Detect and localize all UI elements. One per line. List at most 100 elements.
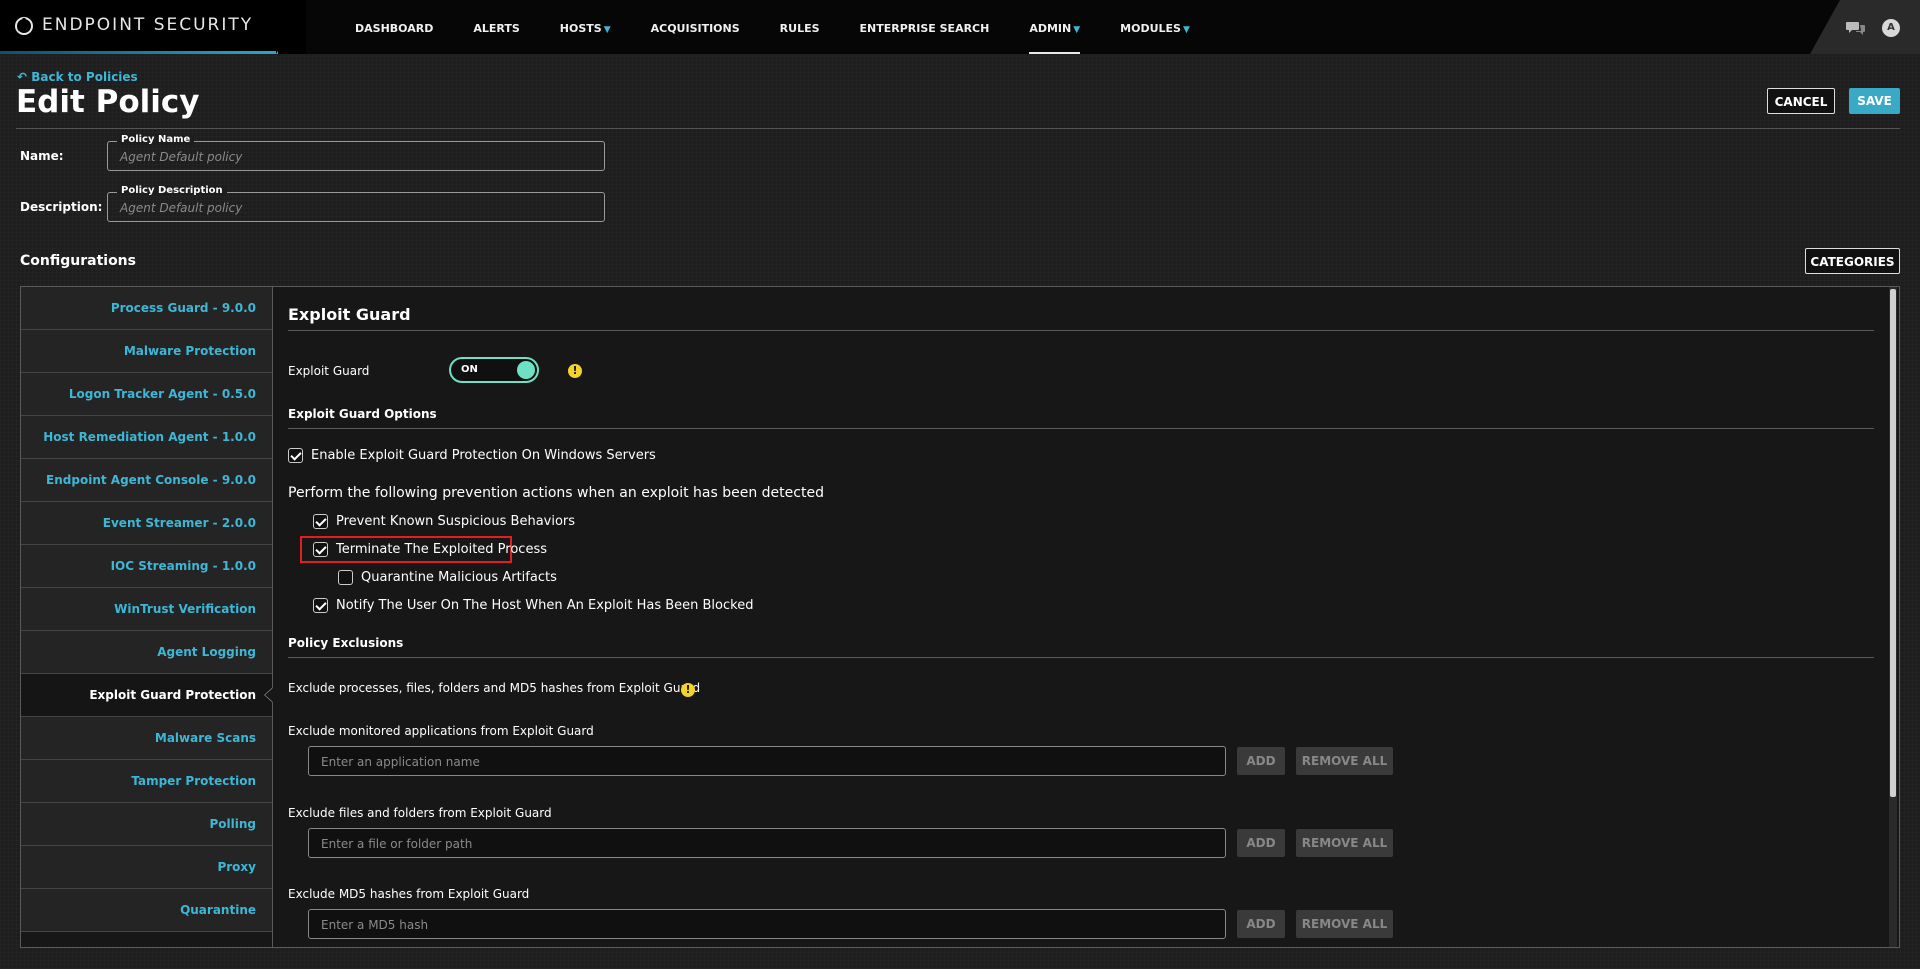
terminate-process-option[interactable]: Terminate The Exploited Process: [313, 539, 547, 559]
enable-servers-label: Enable Exploit Guard Protection On Windo…: [311, 447, 656, 463]
brand-underline: [0, 51, 278, 54]
sidebar-item-host-remediation[interactable]: Host Remediation Agent - 1.0.0: [21, 416, 272, 459]
terminate-process-label: Terminate The Exploited Process: [336, 541, 547, 557]
nav-alerts[interactable]: ALERTS: [453, 0, 539, 54]
exclude-files-input[interactable]: Enter a file or folder path: [308, 828, 1226, 858]
sidebar-item-endpoint-agent-console[interactable]: Endpoint Agent Console - 9.0.0: [21, 459, 272, 502]
exploit-guard-toggle-label: Exploit Guard: [288, 364, 370, 378]
save-button[interactable]: SAVE: [1849, 88, 1900, 114]
sidebar-item-agent-logging[interactable]: Agent Logging: [21, 631, 272, 674]
top-navbar: ENDPOINT SECURITY DASHBOARD ALERTS HOSTS…: [0, 0, 1920, 54]
brand-name: ENDPOINT SECURITY: [42, 15, 254, 35]
prevent-suspicious-label: Prevent Known Suspicious Behaviors: [336, 513, 576, 529]
nav-label: HOSTS: [559, 22, 602, 35]
warning-icon[interactable]: !: [568, 364, 582, 378]
toggle-knob: [517, 361, 535, 379]
options-title: Exploit Guard Options: [288, 407, 437, 421]
back-to-policies-link[interactable]: ↶ Back to Policies: [17, 70, 138, 84]
quarantine-artifacts-label: Quarantine Malicious Artifacts: [361, 569, 557, 585]
exploit-guard-toggle[interactable]: ON: [449, 357, 539, 383]
add-md5-button[interactable]: ADD: [1237, 910, 1285, 938]
exclusions-divider: [288, 657, 1874, 658]
sidebar-item-ioc-streaming[interactable]: IOC Streaming - 1.0.0: [21, 545, 272, 588]
exclusions-title: Policy Exclusions: [288, 636, 404, 650]
exclude-md5-input[interactable]: Enter a MD5 hash: [308, 909, 1226, 939]
content-scrollbar[interactable]: [1889, 287, 1897, 947]
exclude-apps-label: Exclude monitored applications from Expl…: [288, 724, 594, 738]
nav-hosts[interactable]: HOSTS ▼: [540, 0, 631, 54]
scrollbar-thumb[interactable]: [1890, 289, 1896, 797]
back-link-label: Back to Policies: [31, 70, 138, 84]
add-app-button[interactable]: ADD: [1237, 747, 1285, 775]
prevent-suspicious-option[interactable]: Prevent Known Suspicious Behaviors: [313, 511, 575, 531]
back-arrow-icon: ↶: [17, 70, 28, 84]
brand[interactable]: ENDPOINT SECURITY: [0, 0, 280, 54]
policy-description-field[interactable]: Policy Description Agent Default policy: [107, 185, 605, 222]
categories-button[interactable]: CATEGORIES: [1805, 248, 1900, 274]
remove-all-md5-button[interactable]: REMOVE ALL: [1296, 910, 1393, 938]
cancel-button[interactable]: CANCEL: [1767, 88, 1835, 114]
policy-name-field[interactable]: Policy Name Agent Default policy: [107, 134, 605, 171]
page-title: Edit Policy: [16, 84, 200, 120]
terminate-process-checkbox[interactable]: [313, 541, 328, 557]
chat-icon[interactable]: [1846, 20, 1866, 36]
policy-name-placeholder: Agent Default policy: [120, 150, 243, 164]
nav-enterprise-search[interactable]: ENTERPRISE SEARCH: [840, 0, 1010, 54]
sidebar-item-polling[interactable]: Polling: [21, 803, 272, 846]
sidebar-item-event-streamer[interactable]: Event Streamer - 2.0.0: [21, 502, 272, 545]
header-divider: [16, 128, 1900, 129]
toggle-state: ON: [461, 364, 478, 375]
nav-rules[interactable]: RULES: [760, 0, 840, 54]
prevent-suspicious-checkbox[interactable]: [313, 513, 328, 529]
nav-label: MODULES: [1120, 22, 1181, 35]
sidebar-item-quarantine[interactable]: Quarantine: [21, 889, 272, 932]
exclude-apps-input[interactable]: Enter an application name: [308, 746, 1226, 776]
sidebar-item-proxy[interactable]: Proxy: [21, 846, 272, 889]
config-sidebar: Process Guard - 9.0.0 Malware Protection…: [21, 287, 273, 947]
nav-modules[interactable]: MODULES ▼: [1100, 0, 1210, 54]
chevron-down-icon: ▼: [603, 25, 611, 35]
prevention-description: Perform the following prevention actions…: [288, 485, 824, 501]
nav-admin[interactable]: ADMIN ▼: [1009, 0, 1100, 54]
policy-name-legend: Policy Name: [117, 134, 195, 145]
notify-user-option[interactable]: Notify The User On The Host When An Expl…: [313, 595, 753, 615]
policy-description-legend: Policy Description: [117, 185, 227, 196]
section-title: Exploit Guard: [288, 305, 411, 324]
notify-user-label: Notify The User On The Host When An Expl…: [336, 597, 754, 613]
configurations-title: Configurations: [20, 253, 136, 269]
exclude-apps-placeholder: Enter an application name: [321, 755, 480, 769]
avatar[interactable]: A: [1882, 19, 1900, 37]
warning-icon[interactable]: !: [681, 683, 695, 697]
exploit-guard-content: Exploit Guard Exploit Guard ON ! Exploit…: [288, 287, 1878, 947]
sidebar-item-malware-protection[interactable]: Malware Protection: [21, 330, 272, 373]
sidebar-item-malware-scans[interactable]: Malware Scans: [21, 717, 272, 760]
notify-user-checkbox[interactable]: [313, 597, 328, 613]
nav-label: RULES: [779, 22, 820, 35]
quarantine-artifacts-option[interactable]: Quarantine Malicious Artifacts: [338, 567, 557, 587]
exclude-files-label: Exclude files and folders from Exploit G…: [288, 806, 552, 820]
nav-label: ALERTS: [473, 22, 520, 35]
enable-servers-option[interactable]: Enable Exploit Guard Protection On Windo…: [288, 445, 656, 465]
enable-servers-checkbox[interactable]: [288, 447, 303, 463]
remove-all-files-button[interactable]: REMOVE ALL: [1296, 829, 1393, 857]
sidebar-divider: [272, 287, 273, 947]
sidebar-item-tamper-protection[interactable]: Tamper Protection: [21, 760, 272, 803]
sidebar-item-logon-tracker[interactable]: Logon Tracker Agent - 0.5.0: [21, 373, 272, 416]
sidebar-item-exploit-guard[interactable]: Exploit Guard Protection: [21, 674, 273, 717]
exclude-md5-placeholder: Enter a MD5 hash: [321, 918, 429, 932]
nav-acquisitions[interactable]: ACQUISITIONS: [631, 0, 760, 54]
exclusions-description: Exclude processes, files, folders and MD…: [288, 681, 701, 695]
description-label: Description:: [20, 200, 103, 214]
chevron-down-icon: ▼: [1073, 25, 1081, 35]
nav-dashboard[interactable]: DASHBOARD: [335, 0, 453, 54]
sidebar-item-process-guard[interactable]: Process Guard - 9.0.0: [21, 287, 272, 330]
quarantine-artifacts-checkbox[interactable]: [338, 569, 353, 585]
add-file-button[interactable]: ADD: [1237, 829, 1285, 857]
exclude-md5-label: Exclude MD5 hashes from Exploit Guard: [288, 887, 530, 901]
brand-divider: [276, 0, 306, 54]
remove-all-apps-button[interactable]: REMOVE ALL: [1296, 747, 1393, 775]
main-nav: DASHBOARD ALERTS HOSTS ▼ ACQUISITIONS RUL…: [335, 0, 1210, 54]
sidebar-item-wintrust[interactable]: WinTrust Verification: [21, 588, 272, 631]
name-label: Name:: [20, 149, 64, 163]
chevron-down-icon: ▼: [1182, 25, 1190, 35]
